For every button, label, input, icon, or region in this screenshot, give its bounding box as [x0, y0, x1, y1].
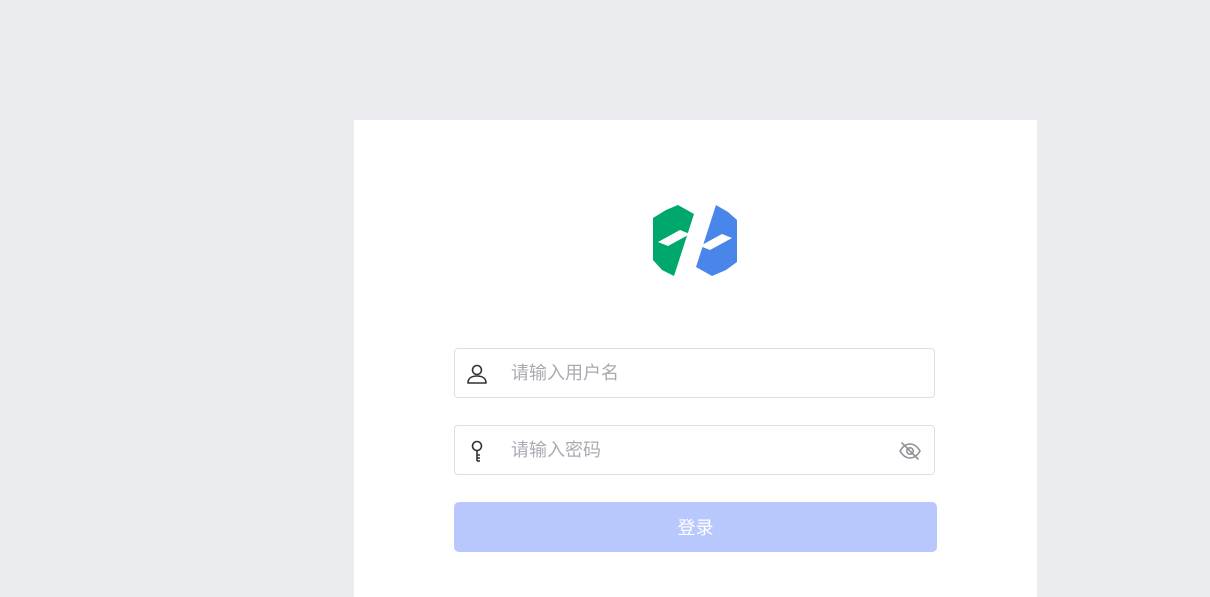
user-icon	[467, 364, 487, 384]
username-field	[454, 348, 935, 398]
login-button[interactable]: 登录	[454, 502, 937, 552]
password-input[interactable]	[511, 426, 891, 474]
username-input[interactable]	[511, 349, 891, 397]
password-field	[454, 425, 935, 475]
brand-logo-icon	[653, 205, 737, 276]
eye-off-icon[interactable]	[898, 439, 922, 463]
key-icon	[471, 440, 483, 462]
login-page: 登录	[0, 0, 1210, 597]
login-card: 登录	[354, 120, 1037, 597]
